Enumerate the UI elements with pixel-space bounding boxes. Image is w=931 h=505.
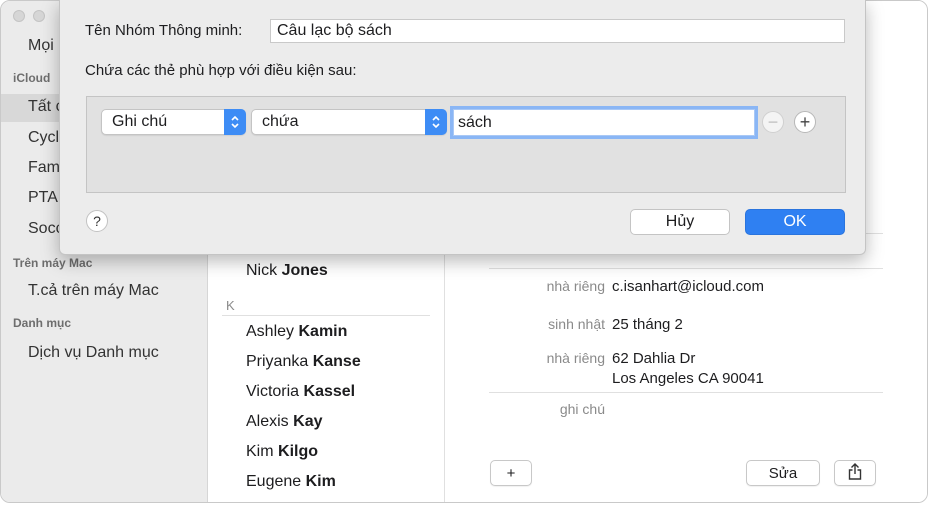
birthday-value: 25 tháng 2: [612, 316, 683, 333]
remove-rule-button[interactable]: −: [762, 111, 784, 133]
list-item[interactable]: Nick Jones: [246, 262, 328, 280]
address-line2[interactable]: Los Angeles CA 90041: [612, 369, 764, 388]
contact-first-name: Kim: [246, 443, 274, 460]
contact-last-name: Kanse: [312, 353, 361, 370]
updown-arrows-icon: [224, 109, 246, 135]
help-button[interactable]: ?: [86, 210, 108, 232]
list-item[interactable]: Ashley Kamin: [246, 323, 347, 341]
contact-last-name: Kamin: [298, 323, 348, 340]
email-label: nhà riêng: [546, 278, 605, 294]
list-item[interactable]: Priyanka Kanse: [246, 353, 361, 371]
contact-first-name: Alexis: [246, 413, 289, 430]
operator-popup-value: chứa: [262, 113, 299, 130]
sidebar-item-pta[interactable]: PTA: [28, 189, 58, 207]
smart-group-name-input[interactable]: [270, 19, 845, 43]
conditions-label: Chứa các thẻ phù hợp với điều kiện sau:: [85, 62, 357, 79]
sidebar-item-directory-services[interactable]: Dịch vụ Danh mục: [28, 344, 159, 362]
close-window-button[interactable]: [13, 10, 25, 22]
add-rule-button[interactable]: +: [794, 111, 816, 133]
note-label: ghi chú: [559, 401, 605, 417]
contact-first-name: Eugene: [246, 473, 302, 490]
smart-group-name-label: Tên Nhóm Thông minh:: [85, 22, 243, 39]
plus-icon: +: [799, 112, 811, 132]
contact-last-name: Kay: [293, 413, 323, 430]
list-item[interactable]: Alexis Kay: [246, 413, 323, 431]
contact-last-name: Kilgo: [278, 443, 319, 460]
section-letter: K: [226, 298, 235, 313]
contact-last-name: Kassel: [303, 383, 356, 400]
list-item[interactable]: Victoria Kassel: [246, 383, 355, 401]
section-divider: [222, 315, 430, 316]
operator-popup[interactable]: chứa: [251, 109, 447, 135]
list-item[interactable]: Kim Kilgo: [246, 443, 318, 461]
contact-first-name: Ashley: [246, 323, 295, 340]
detail-divider: [489, 392, 883, 393]
smart-group-sheet: Tên Nhóm Thông minh: Chứa các thẻ phù hợ…: [59, 0, 866, 255]
ok-button[interactable]: OK: [745, 209, 845, 235]
edit-button[interactable]: Sửa: [746, 460, 820, 486]
rule-container: Ghi chú chứa − +: [86, 96, 846, 193]
minimize-window-button[interactable]: [33, 10, 45, 22]
share-icon: [848, 462, 862, 484]
address-line1[interactable]: 62 Dahlia Dr: [612, 349, 695, 368]
sidebar-header-icloud: iCloud: [13, 71, 51, 85]
field-popup[interactable]: Ghi chú: [101, 109, 246, 135]
minus-icon: −: [767, 112, 779, 132]
list-item[interactable]: Eugene Kim: [246, 473, 336, 491]
updown-arrows-icon: [425, 109, 447, 135]
contact-first-name: Nick: [246, 262, 278, 279]
birthday-label: sinh nhật: [548, 316, 605, 332]
contact-last-name: Jones: [281, 262, 328, 279]
field-popup-value: Ghi chú: [112, 113, 168, 130]
detail-divider: [489, 268, 883, 269]
contact-last-name: Kim: [305, 473, 336, 490]
email-value[interactable]: c.isanhart@icloud.com: [612, 277, 764, 296]
share-button[interactable]: [834, 460, 876, 486]
sidebar-header-directories: Danh mục: [13, 316, 72, 330]
contact-first-name: Priyanka: [246, 353, 309, 370]
rule-value-input[interactable]: [450, 106, 758, 139]
sidebar-item-all-on-mac[interactable]: T.cả trên máy Mac: [28, 282, 159, 300]
address-label: nhà riêng: [546, 350, 605, 366]
cancel-button[interactable]: Hủy: [630, 209, 730, 235]
sidebar-header-on-mac: Trên máy Mac: [13, 256, 93, 270]
add-button[interactable]: +: [490, 460, 532, 486]
contact-first-name: Victoria: [246, 383, 300, 400]
